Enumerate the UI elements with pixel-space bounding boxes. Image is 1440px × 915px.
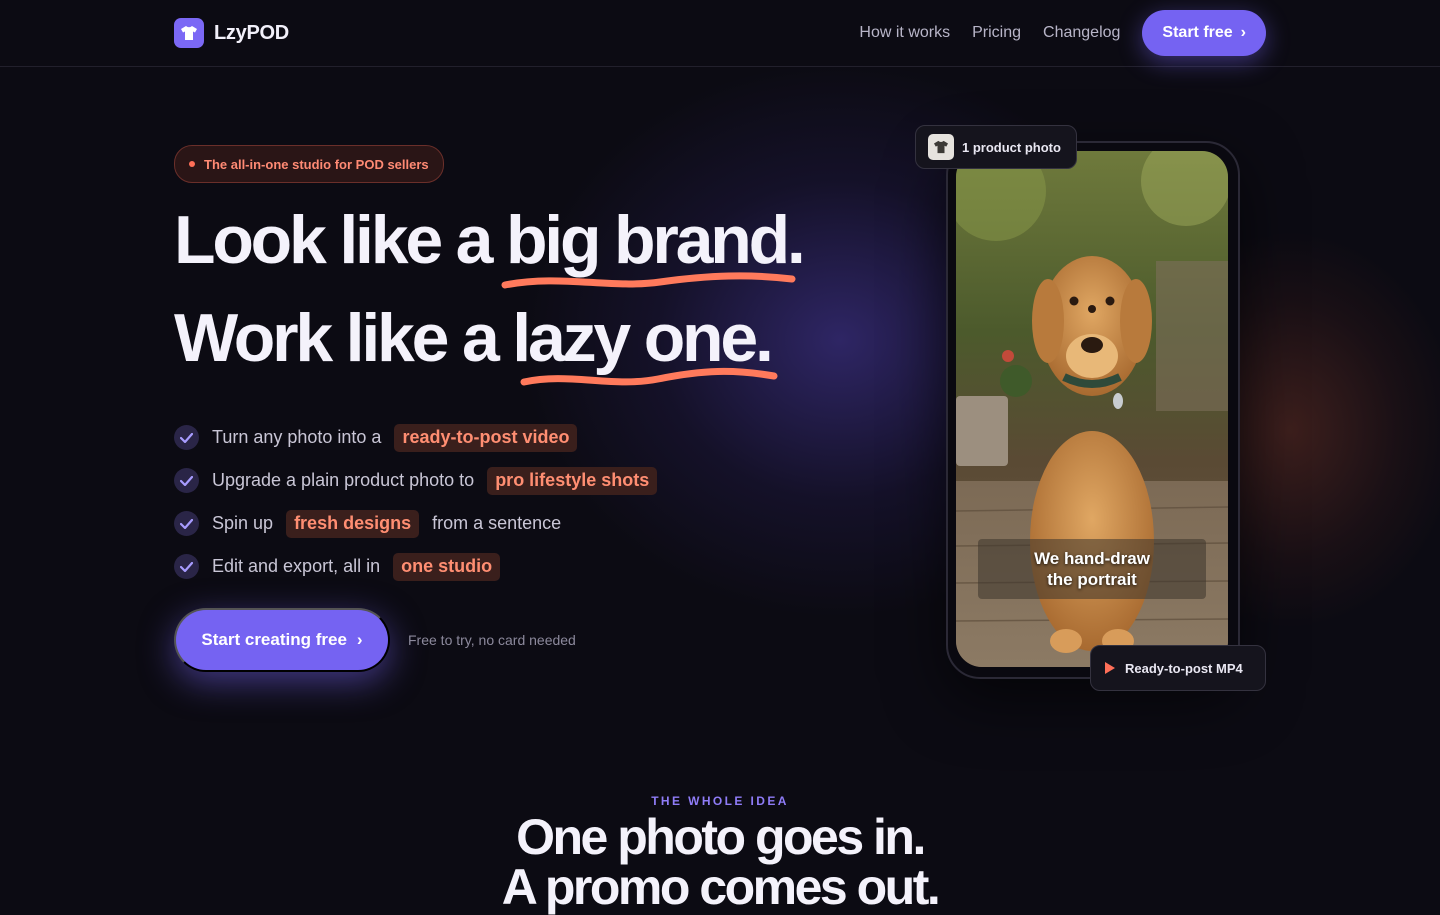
output-video-label: Ready-to-post MP4: [1125, 660, 1243, 676]
check-icon: [174, 468, 199, 493]
hero-headline-line2: Work like a lazy one.: [174, 304, 774, 372]
feature-highlight: fresh designs: [286, 509, 420, 538]
headline-line2-prefix: Work like a: [174, 300, 513, 376]
feature-text-after: from a sentence: [432, 513, 562, 533]
site-header: LzyPOD How it works Pricing Changelog St…: [0, 0, 1440, 67]
hero-headline-line1: Look like a big brand.: [174, 206, 806, 274]
cta-note: Free to try, no card needed: [408, 632, 576, 648]
check-icon: [174, 511, 199, 536]
start-creating-label: Start creating free: [201, 630, 347, 649]
feature-item: Spin up fresh designs from a sentence: [174, 502, 670, 545]
product-thumbnail: [928, 134, 954, 160]
brand-logo[interactable]: LzyPOD: [174, 18, 289, 48]
headline-line1-prefix: Look like a: [174, 202, 506, 278]
main-nav: How it works Pricing Changelog Start fre…: [859, 10, 1266, 56]
nav-how-it-works[interactable]: How it works: [859, 24, 950, 42]
underline-squiggle-2: [520, 367, 778, 386]
input-photo-label: 1 product photo: [962, 139, 1061, 155]
nav-pricing[interactable]: Pricing: [972, 24, 1021, 42]
feature-text: Turn any photo into a: [212, 427, 382, 447]
feature-highlight: pro lifestyle shots: [487, 466, 658, 495]
section-title: One photo goes in. A promo comes out.: [0, 812, 1440, 912]
phone-preview: We hand-draw the portrait: [946, 141, 1240, 679]
brand-name: LzyPOD: [214, 21, 289, 44]
section-title-line2: A promo comes out.: [501, 859, 941, 915]
feature-item: Edit and export, all in one studio: [174, 545, 670, 588]
play-icon: [1105, 662, 1115, 674]
feature-text: Upgrade a plain product photo to: [212, 470, 475, 490]
start-free-label: Start free: [1162, 24, 1233, 41]
caption-line1: We hand-draw: [1034, 549, 1150, 568]
check-icon: [174, 554, 199, 579]
video-preview[interactable]: We hand-draw the portrait: [956, 151, 1228, 667]
hero-badge: The all-in-one studio for POD sellers: [174, 145, 444, 183]
start-creating-button[interactable]: Start creating free ›: [174, 608, 390, 672]
section-title-line1: One photo goes in.: [516, 809, 926, 865]
output-video-chip: Ready-to-post MP4: [1090, 645, 1266, 691]
caption-line2: the portrait: [1047, 570, 1137, 589]
feature-item: Turn any photo into a ready-to-post vide…: [174, 416, 670, 459]
badge-text: The all-in-one studio for POD sellers: [204, 156, 429, 172]
feature-highlight: ready-to-post video: [394, 423, 578, 452]
feature-item: Upgrade a plain product photo to pro lif…: [174, 459, 670, 502]
section-eyebrow: THE WHOLE IDEA: [651, 794, 789, 808]
feature-highlight: one studio: [393, 552, 501, 581]
start-free-button[interactable]: Start free ›: [1142, 10, 1266, 56]
feature-list: Turn any photo into a ready-to-post vide…: [174, 416, 670, 588]
chevron-right-icon: ›: [356, 630, 363, 649]
input-photo-chip: 1 product photo: [915, 125, 1077, 169]
check-icon: [174, 425, 199, 450]
video-caption: We hand-draw the portrait: [978, 539, 1206, 599]
underline-squiggle-1: [501, 272, 796, 289]
feature-text: Spin up: [212, 513, 274, 533]
feature-text: Edit and export, all in: [212, 556, 381, 576]
tshirt-icon: [174, 18, 204, 48]
headline-line1-emphasis: big brand.: [505, 202, 806, 278]
badge-dot-icon: [189, 161, 195, 167]
chevron-right-icon: ›: [1240, 24, 1246, 41]
nav-changelog[interactable]: Changelog: [1043, 24, 1120, 42]
